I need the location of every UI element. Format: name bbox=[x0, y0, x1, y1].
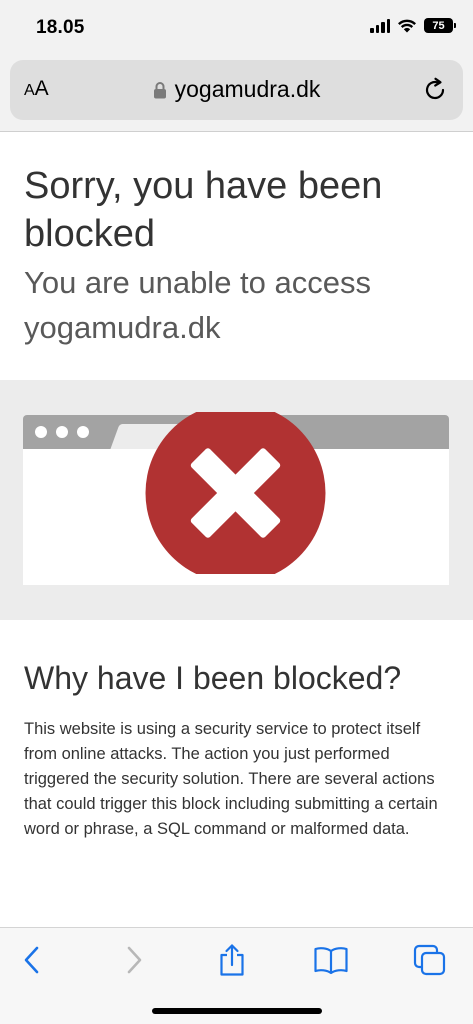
status-time: 18.05 bbox=[36, 17, 85, 38]
url-text: yogamudra.dk bbox=[174, 76, 321, 102]
block-header: Sorry, you have been blocked You are una… bbox=[0, 132, 473, 380]
tabs-icon bbox=[413, 944, 446, 976]
status-icons: 75 bbox=[370, 18, 456, 33]
lock-icon bbox=[153, 81, 166, 98]
window-dot-icon bbox=[77, 426, 89, 438]
back-button[interactable] bbox=[12, 942, 52, 978]
window-dot-icon bbox=[56, 426, 68, 438]
chevron-right-icon bbox=[127, 946, 142, 974]
window-dot-icon bbox=[35, 426, 47, 438]
cellular-signal-icon bbox=[370, 18, 390, 33]
why-blocked-text: This website is using a security service… bbox=[24, 720, 438, 838]
wifi-icon bbox=[398, 19, 416, 33]
share-icon bbox=[220, 944, 244, 976]
status-bar: 18.05 75 bbox=[0, 0, 473, 56]
address-bar[interactable]: A A yogamudra.dk bbox=[10, 60, 463, 120]
blocked-x-icon bbox=[145, 412, 326, 574]
tabs-button[interactable] bbox=[410, 942, 450, 978]
share-button[interactable] bbox=[212, 942, 252, 978]
why-blocked-section: Why have I been blocked? This website is… bbox=[0, 620, 473, 927]
reload-icon[interactable] bbox=[421, 76, 449, 104]
web-page[interactable]: Sorry, you have been blocked You are una… bbox=[0, 132, 473, 927]
page-title: Sorry, you have been blocked bbox=[24, 165, 383, 255]
bookmarks-button[interactable] bbox=[311, 942, 351, 978]
chevron-left-icon bbox=[24, 946, 39, 974]
forward-button[interactable] bbox=[114, 942, 154, 978]
battery-indicator: 75 bbox=[424, 18, 456, 33]
why-blocked-heading: Why have I been blocked? bbox=[24, 660, 402, 696]
book-icon bbox=[314, 947, 348, 975]
url-display[interactable]: yogamudra.dk bbox=[10, 76, 463, 103]
home-indicator[interactable] bbox=[152, 1008, 322, 1014]
page-subtitle: You are unable to access yogamudra.dk bbox=[24, 265, 371, 345]
